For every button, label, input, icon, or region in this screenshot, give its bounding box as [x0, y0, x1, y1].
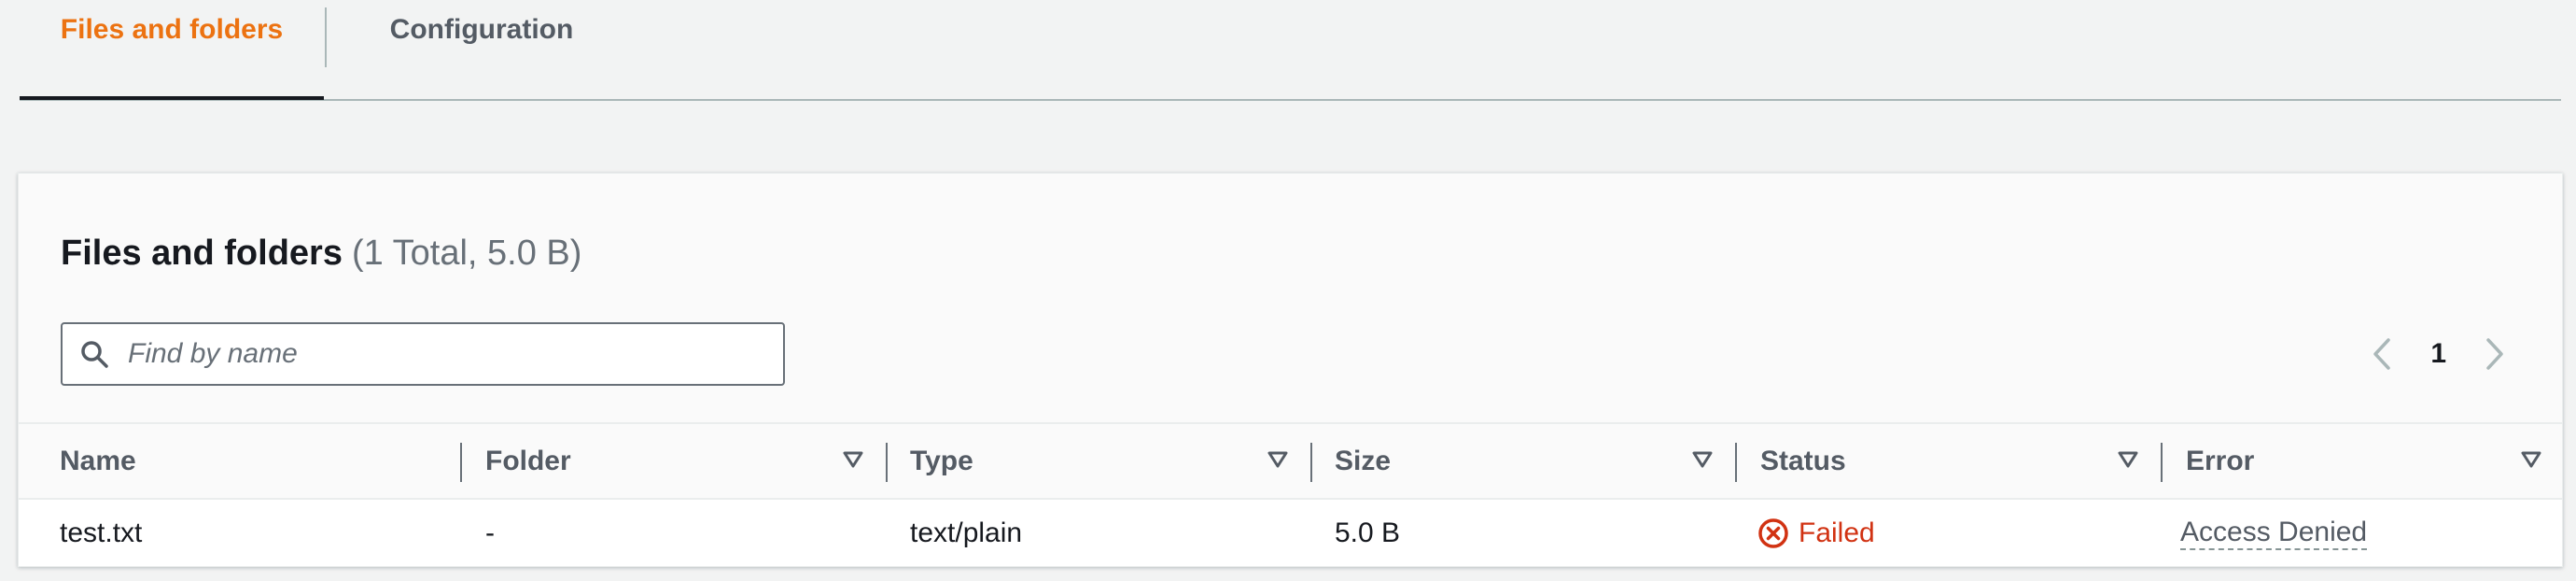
- cell-name: test.txt: [60, 517, 143, 548]
- panel-title: Files and folders (1 Total, 5.0 B): [61, 234, 581, 274]
- status-text: Failed: [1799, 517, 1875, 548]
- error-popover-trigger[interactable]: Access Denied: [2180, 517, 2368, 550]
- column-header-label: Name: [60, 445, 136, 476]
- column-resizer[interactable]: [460, 443, 462, 482]
- pagination: 1: [2363, 333, 2513, 375]
- table-header: Name Folder Type Size Status Error: [19, 422, 2562, 500]
- cell-folder: -: [485, 517, 495, 548]
- column-header-label: Status: [1760, 445, 1846, 476]
- search-input[interactable]: [126, 337, 727, 371]
- files-and-folders-panel: Files and folders(1 Total, 5.0 B) 1 Name…: [18, 173, 2563, 567]
- tab-label: Configuration: [389, 14, 574, 45]
- cell-error: Access Denied: [2180, 500, 2368, 566]
- panel-title-text: Files and folders: [61, 234, 343, 273]
- search-icon: [81, 341, 108, 368]
- column-header-type[interactable]: Type: [910, 424, 1312, 498]
- tab-configuration[interactable]: Configuration: [328, 0, 636, 97]
- chevron-right-icon: [2486, 338, 2503, 370]
- tab-divider: [325, 7, 327, 67]
- status-negative-icon: [1758, 517, 1788, 548]
- column-header-size[interactable]: Size: [1335, 424, 1737, 498]
- sort-caret-down-icon[interactable]: [1267, 450, 1288, 469]
- column-header-status[interactable]: Status: [1760, 424, 2163, 498]
- tab-bar: Files and folders Configuration: [20, 0, 2561, 101]
- column-resizer[interactable]: [886, 443, 888, 482]
- column-header-label: Folder: [485, 445, 571, 476]
- current-page-number[interactable]: 1: [2430, 338, 2446, 370]
- cell-size: 5.0 B: [1335, 517, 1401, 548]
- column-header-label: Type: [910, 445, 973, 476]
- column-resizer[interactable]: [1310, 443, 1312, 482]
- column-header-folder[interactable]: Folder: [485, 424, 888, 498]
- column-resizer[interactable]: [2161, 443, 2163, 482]
- column-header-name[interactable]: Name: [60, 424, 462, 498]
- sort-caret-down-icon[interactable]: [2118, 450, 2138, 469]
- column-resizer[interactable]: [1735, 443, 1737, 482]
- cell-status: Failed: [1757, 500, 1875, 566]
- tab-label: Files and folders: [60, 14, 284, 45]
- cell-type: text/plain: [910, 517, 1023, 548]
- sort-caret-down-icon[interactable]: [1692, 450, 1713, 469]
- tab-files-and-folders[interactable]: Files and folders: [20, 0, 324, 100]
- table-row[interactable]: test.txt - text/plain 5.0 B Failed Acces…: [19, 500, 2562, 566]
- column-header-label: Size: [1335, 445, 1392, 476]
- sort-caret-down-icon[interactable]: [843, 450, 863, 469]
- sort-caret-down-icon[interactable]: [2521, 450, 2541, 469]
- previous-page-button[interactable]: [2363, 333, 2401, 375]
- column-header-label: Error: [2186, 445, 2255, 476]
- column-header-error[interactable]: Error: [2186, 424, 2562, 498]
- panel-count: (1 Total, 5.0 B): [351, 234, 582, 273]
- chevron-left-icon: [2373, 338, 2391, 370]
- search-field[interactable]: [61, 322, 785, 386]
- next-page-button[interactable]: [2476, 333, 2513, 375]
